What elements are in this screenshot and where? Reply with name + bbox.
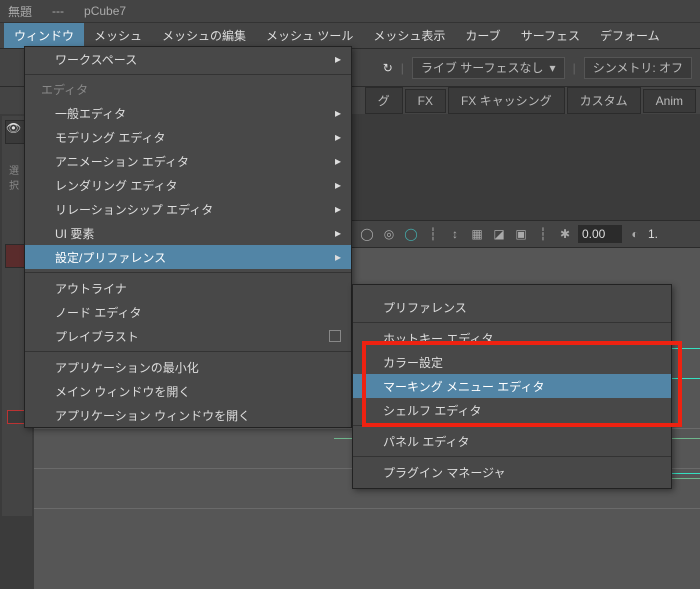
reload-icon[interactable]: ↻ — [383, 61, 393, 75]
symmetry-label: シンメトリ: オフ — [593, 59, 683, 76]
settings-prefs-submenu: プリファレンス ホットキー エディタ カラー設定 マーキング メニュー エディタ… — [352, 284, 672, 489]
submenu-shelf-editor[interactable]: シェルフ エディタ — [353, 398, 671, 422]
vp-icon-8[interactable]: ▣ — [512, 225, 530, 243]
menu-raise-app-windows[interactable]: アプリケーション ウィンドウを開く — [25, 403, 351, 427]
menu-curves[interactable]: カーブ — [455, 23, 510, 48]
vp-icon-7[interactable]: ◪ — [490, 225, 508, 243]
viewport-toolbar: ◯ ◎ ◯ ┆ ↕ ▦ ◪ ▣ ┆ ✱ 0.00 ◐ 1. — [352, 220, 700, 248]
menu-mesh-tools[interactable]: メッシュ ツール — [256, 23, 363, 48]
main-menubar: ウィンドウ メッシュ メッシュの編集 メッシュ ツール メッシュ表示 カーブ サ… — [0, 22, 700, 48]
menu-general-editors[interactable]: 一般エディタ▸ — [25, 101, 351, 125]
menu-window[interactable]: ウィンドウ — [4, 23, 84, 48]
vp-icon-5[interactable]: ↕ — [446, 225, 464, 243]
vp-icon-9[interactable]: ┆ — [534, 225, 552, 243]
vp-icon-4[interactable]: ┆ — [424, 225, 442, 243]
vp-value-field[interactable]: 0.00 — [578, 225, 622, 243]
live-surface-label: ライブ サーフェスなし — [421, 59, 544, 76]
menu-outliner[interactable]: アウトライナ — [25, 276, 351, 300]
menu-deform[interactable]: デフォーム — [590, 23, 670, 48]
chevron-down-icon: ▾ — [550, 61, 556, 75]
vp-icon-aperture[interactable]: ✱ — [556, 225, 574, 243]
title-scene: pCube7 — [84, 4, 126, 18]
submenu-preferences[interactable]: プリファレンス — [353, 295, 671, 319]
vp-value2: 1. — [648, 227, 658, 241]
submenu-marking-menu-editor[interactable]: マーキング メニュー エディタ — [353, 374, 671, 398]
editors-section-label: エディタ — [25, 78, 351, 101]
shelf-tab-fx[interactable]: FX — [405, 89, 446, 113]
shelf-tab-fxcache[interactable]: FX キャッシング — [448, 87, 565, 114]
menu-mesh[interactable]: メッシュ — [84, 23, 152, 48]
vp-icon-10[interactable]: ◐ — [626, 225, 644, 243]
menu-node-editor[interactable]: ノード エディタ — [25, 300, 351, 324]
title-dashes: --- — [52, 4, 64, 18]
menu-rendering-editors[interactable]: レンダリング エディタ▸ — [25, 173, 351, 197]
menu-relationship-editors[interactable]: リレーションシップ エディタ▸ — [25, 197, 351, 221]
menu-workspace[interactable]: ワークスペース ▸ — [25, 47, 351, 71]
menu-modeling-editors[interactable]: モデリング エディタ▸ — [25, 125, 351, 149]
playblast-optionbox[interactable] — [329, 330, 341, 342]
vp-icon-3[interactable]: ◯ — [402, 225, 420, 243]
shelf-tab-anim[interactable]: Anim — [643, 89, 696, 113]
shelf-tab-0[interactable]: グ — [365, 87, 403, 114]
title-prefix: 無題 — [8, 3, 32, 20]
menu-ui-elements[interactable]: UI 要素▸ — [25, 221, 351, 245]
vp-icon-1[interactable]: ◯ — [358, 225, 376, 243]
select-label: 選択 — [9, 162, 25, 192]
vp-icon-6[interactable]: ▦ — [468, 225, 486, 243]
live-surface-dropdown[interactable]: ライブ サーフェスなし ▾ — [412, 57, 565, 79]
submenu-plugin-manager[interactable]: プラグイン マネージャ — [353, 460, 671, 484]
window-menu-panel: ワークスペース ▸ エディタ 一般エディタ▸ モデリング エディタ▸ アニメーシ… — [24, 46, 352, 428]
menu-animation-editors[interactable]: アニメーション エディタ▸ — [25, 149, 351, 173]
submenu-panel-editor[interactable]: パネル エディタ — [353, 429, 671, 453]
vp-icon-2[interactable]: ◎ — [380, 225, 398, 243]
menu-playblast[interactable]: プレイブラスト — [25, 324, 351, 348]
menu-raise-main-window[interactable]: メイン ウィンドウを開く — [25, 379, 351, 403]
title-bar: 無題 --- pCube7 — [0, 0, 700, 22]
submenu-hotkey-editor[interactable]: ホットキー エディタ — [353, 326, 671, 350]
menu-edit-mesh[interactable]: メッシュの編集 — [152, 23, 256, 48]
menu-surfaces[interactable]: サーフェス — [511, 23, 590, 48]
menu-mesh-display[interactable]: メッシュ表示 — [363, 23, 455, 48]
menu-settings-preferences[interactable]: 設定/プリファレンス▸ — [25, 245, 351, 269]
shelf-tab-custom[interactable]: カスタム — [567, 87, 641, 114]
submenu-color-settings[interactable]: カラー設定 — [353, 350, 671, 374]
menu-minimize-app[interactable]: アプリケーションの最小化 — [25, 355, 351, 379]
submenu-arrow-icon: ▸ — [335, 52, 341, 66]
symmetry-dropdown[interactable]: シンメトリ: オフ — [584, 57, 692, 79]
menu-separator — [25, 74, 351, 75]
